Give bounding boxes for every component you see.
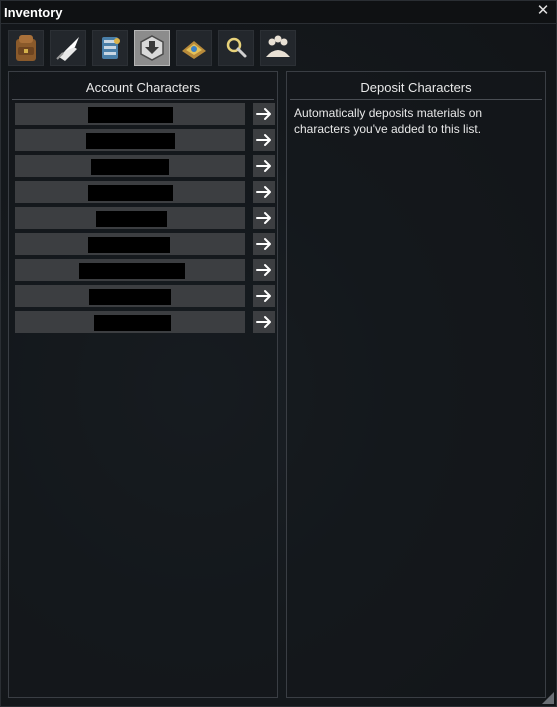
- deposit-characters-panel: Deposit Characters Automatically deposit…: [286, 71, 546, 698]
- quill-page-icon: [56, 37, 79, 61]
- add-character-button[interactable]: [253, 129, 275, 151]
- character-row: [15, 155, 277, 177]
- account-characters-list: [15, 103, 277, 337]
- character-name-bar[interactable]: [15, 155, 245, 177]
- character-row: [15, 181, 277, 203]
- arrow-right-icon: [256, 108, 271, 120]
- add-character-button[interactable]: [253, 233, 275, 255]
- arrow-right-icon: [256, 238, 271, 250]
- character-name-bar[interactable]: [15, 181, 245, 203]
- character-row: [15, 103, 277, 125]
- bank-chest-icon: [182, 41, 206, 59]
- arrow-right-icon: [256, 316, 271, 328]
- character-row: [15, 207, 277, 229]
- add-character-button[interactable]: [253, 155, 275, 177]
- arrow-right-icon: [256, 264, 271, 276]
- arrow-right-icon: [256, 160, 271, 172]
- redacted-character-name: [88, 185, 173, 201]
- character-name-bar[interactable]: [15, 129, 245, 151]
- redacted-character-name: [86, 133, 175, 149]
- redacted-character-name: [96, 211, 167, 227]
- character-row: [15, 285, 277, 307]
- tab-crafting[interactable]: [92, 30, 128, 66]
- character-name-bar[interactable]: [15, 103, 245, 125]
- tab-bank[interactable]: [176, 30, 212, 66]
- character-name-bar[interactable]: [15, 233, 245, 255]
- tab-search[interactable]: [218, 30, 254, 66]
- redacted-character-name: [91, 159, 169, 175]
- character-name-bar[interactable]: [15, 259, 245, 281]
- resize-handle-icon[interactable]: [541, 691, 555, 705]
- redacted-character-name: [88, 107, 173, 123]
- arrow-right-icon: [256, 212, 271, 224]
- character-row: [15, 259, 277, 281]
- account-characters-title: Account Characters: [12, 72, 274, 100]
- character-name-bar[interactable]: [15, 207, 245, 229]
- arrow-right-icon: [256, 186, 271, 198]
- redacted-character-name: [79, 263, 185, 279]
- inventory-window: Inventory ✕ Account Characters Deposit C…: [0, 0, 557, 707]
- tab-guild[interactable]: [260, 30, 296, 66]
- deposit-description: Automatically deposits materials on char…: [294, 106, 483, 136]
- redacted-character-name: [94, 315, 171, 331]
- add-character-button[interactable]: [253, 259, 275, 281]
- deposit-characters-title: Deposit Characters: [290, 72, 542, 100]
- add-character-button[interactable]: [253, 285, 275, 307]
- add-character-button[interactable]: [253, 311, 275, 333]
- guild-members-icon: [266, 35, 290, 57]
- close-icon[interactable]: ✕: [535, 3, 551, 19]
- deposit-down-icon: [140, 35, 164, 61]
- add-character-button[interactable]: [253, 181, 275, 203]
- crafting-scroll-icon: [102, 37, 120, 59]
- character-name-bar[interactable]: [15, 285, 245, 307]
- tab-crafting-notes[interactable]: [50, 30, 86, 66]
- character-row: [15, 129, 277, 151]
- add-character-button[interactable]: [253, 207, 275, 229]
- title-bar[interactable]: Inventory ✕: [1, 1, 556, 24]
- arrow-right-icon: [256, 134, 271, 146]
- character-row: [15, 233, 277, 255]
- character-row: [15, 311, 277, 333]
- tab-deposit[interactable]: [134, 30, 170, 66]
- window-title: Inventory: [4, 5, 63, 20]
- redacted-character-name: [89, 289, 171, 305]
- redacted-character-name: [88, 237, 170, 253]
- magnifier-icon: [226, 37, 247, 58]
- character-name-bar[interactable]: [15, 311, 245, 333]
- arrow-right-icon: [256, 290, 271, 302]
- account-characters-panel: Account Characters: [8, 71, 278, 698]
- tab-backpack[interactable]: [8, 30, 44, 66]
- backpack-icon: [16, 35, 36, 61]
- add-character-button[interactable]: [253, 103, 275, 125]
